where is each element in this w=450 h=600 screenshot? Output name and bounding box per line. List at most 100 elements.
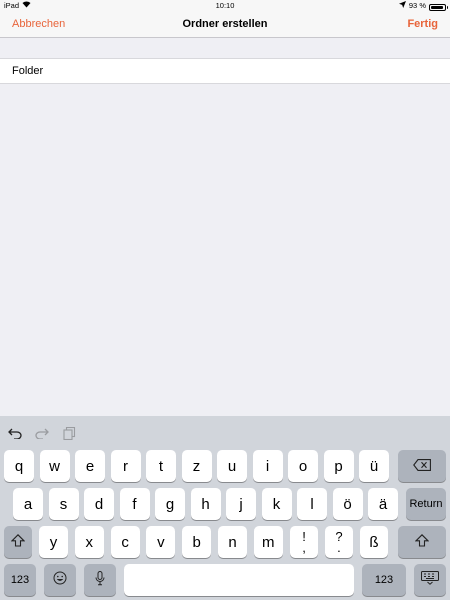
paste-icon[interactable] xyxy=(61,426,77,440)
key-a[interactable]: a xyxy=(13,488,43,520)
key-label: v xyxy=(157,533,165,551)
key-label: ü xyxy=(369,457,379,475)
key-q[interactable]: q xyxy=(4,450,34,482)
numbers-key-left[interactable]: 123 xyxy=(4,564,36,596)
space-bar[interactable] xyxy=(124,564,354,596)
key-p[interactable]: p xyxy=(323,450,354,482)
key-k[interactable]: k xyxy=(261,488,292,520)
emoji-icon xyxy=(53,571,67,589)
return-key[interactable]: Return xyxy=(406,488,446,520)
key-label: b xyxy=(192,533,201,551)
shift-icon xyxy=(10,533,26,551)
key-label: ö xyxy=(343,495,352,513)
keyboard: q w e r t z u i o p ü a s d f g h j k l ö ä Return y x c v b n m !… xyxy=(0,416,450,600)
key-z[interactable]: z xyxy=(181,450,212,482)
undo-icon[interactable] xyxy=(7,426,23,440)
key-label: g xyxy=(165,495,175,513)
status-time: 10:10 xyxy=(215,1,235,10)
key-m[interactable]: m xyxy=(253,526,283,558)
location-arrow-icon xyxy=(398,0,406,12)
key-label: t xyxy=(158,457,164,475)
key-label: p xyxy=(334,457,343,475)
key-label: h xyxy=(201,495,210,513)
key-label: s xyxy=(59,495,68,513)
done-button[interactable]: Fertig xyxy=(407,18,438,30)
shift-key-left[interactable] xyxy=(4,526,32,558)
period-glyph: . xyxy=(337,540,341,555)
redo-icon[interactable] xyxy=(34,426,50,440)
status-right: 93 % xyxy=(398,0,448,12)
keyboard-dismiss-key[interactable] xyxy=(414,564,446,596)
key-u[interactable]: u xyxy=(217,450,247,482)
key-o[interactable]: o xyxy=(288,450,318,482)
key-b[interactable]: b xyxy=(182,526,212,558)
key-x[interactable]: x xyxy=(74,526,104,558)
return-label: Return xyxy=(409,498,443,510)
numbers-key-right[interactable]: 123 xyxy=(362,564,406,596)
key-label: x xyxy=(85,533,94,551)
keyboard-shortcut-bar xyxy=(0,416,450,448)
key-j[interactable]: j xyxy=(226,488,256,520)
key-s[interactable]: s xyxy=(48,488,79,520)
battery-percent: 93 % xyxy=(408,1,426,10)
dictation-key[interactable] xyxy=(84,564,116,596)
key-label: w xyxy=(49,457,60,475)
key-n[interactable]: n xyxy=(218,526,247,558)
battery-icon xyxy=(429,3,448,11)
key-label: j xyxy=(239,495,243,513)
key-ä[interactable]: ä xyxy=(368,488,398,520)
key-label: m xyxy=(262,533,275,551)
key-label: u xyxy=(227,457,237,475)
key-label: a xyxy=(23,495,33,513)
numbers-label: 123 xyxy=(374,574,394,586)
key-f[interactable]: f xyxy=(119,488,150,520)
sz-glyph: ß xyxy=(369,533,379,551)
key-v[interactable]: v xyxy=(146,526,176,558)
status-bar: iPad 10:10 93 % xyxy=(0,0,450,12)
numbers-label: 123 xyxy=(10,574,30,586)
comma-glyph: , xyxy=(302,540,306,555)
key-l[interactable]: l xyxy=(297,488,327,520)
key-ü[interactable]: ü xyxy=(359,450,389,482)
key-label: n xyxy=(228,533,237,551)
key-label: ä xyxy=(378,495,388,513)
emoji-key[interactable] xyxy=(44,564,76,596)
key-label: y xyxy=(49,533,58,551)
key-ö[interactable]: ö xyxy=(332,488,363,520)
key-i[interactable]: i xyxy=(252,450,283,482)
key-label: i xyxy=(265,457,270,475)
key-sz[interactable]: ß xyxy=(360,526,388,558)
key-label: f xyxy=(132,495,137,513)
key-question-period[interactable]: ? . xyxy=(325,526,353,558)
backspace-key[interactable] xyxy=(398,450,446,482)
microphone-icon xyxy=(95,570,105,590)
key-label: q xyxy=(14,457,24,475)
key-d[interactable]: d xyxy=(84,488,114,520)
shift-icon xyxy=(414,533,430,551)
key-label: o xyxy=(298,457,308,475)
question-period-glyphs: ? . xyxy=(335,530,342,555)
key-label: k xyxy=(272,495,281,513)
exclamation-comma-glyphs: ! , xyxy=(302,530,306,555)
key-r[interactable]: r xyxy=(110,450,141,482)
key-y[interactable]: y xyxy=(39,526,68,558)
battery-fill xyxy=(431,5,444,9)
backspace-icon xyxy=(413,458,431,475)
key-c[interactable]: c xyxy=(110,526,140,558)
key-w[interactable]: w xyxy=(39,450,70,482)
key-label: r xyxy=(123,457,128,475)
key-exclamation-comma[interactable]: ! , xyxy=(290,526,318,558)
folder-name-row xyxy=(0,58,450,84)
key-t[interactable]: t xyxy=(146,450,176,482)
key-g[interactable]: g xyxy=(155,488,185,520)
key-label: e xyxy=(85,457,95,475)
key-h[interactable]: h xyxy=(190,488,221,520)
key-label: c xyxy=(121,533,129,551)
page-title: Ordner erstellen xyxy=(182,18,268,30)
key-label: d xyxy=(94,495,104,513)
key-e[interactable]: e xyxy=(75,450,105,482)
nav-bar: Abbrechen Ordner erstellen Fertig xyxy=(0,12,450,38)
shift-key-right[interactable] xyxy=(398,526,446,558)
key-label: l xyxy=(310,495,314,513)
folder-name-input[interactable] xyxy=(12,59,432,83)
